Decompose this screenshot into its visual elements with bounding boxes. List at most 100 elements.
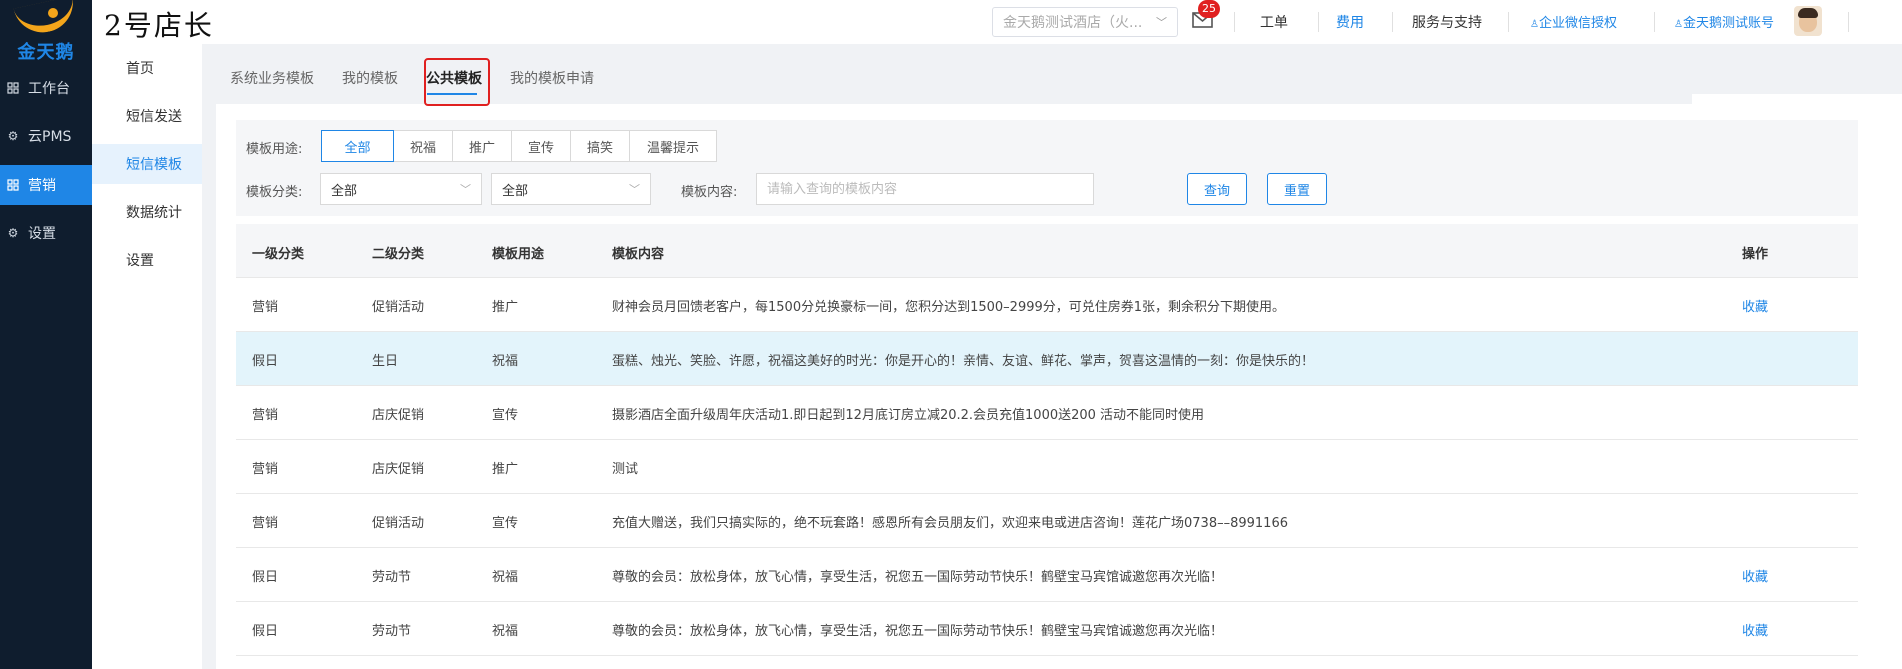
- content-label: 模板内容:: [681, 185, 738, 200]
- logo: 金天鹅: [0, 0, 92, 63]
- logo-swan-icon: [13, 0, 79, 38]
- table-row[interactable]: 假日 生日 祝福 蛋糕、烛光、笑脸、许愿，祝福这美好的时光：你是开心的！亲情、友…: [236, 332, 1858, 386]
- account-link[interactable]: ♙金天鹅测试账号: [1674, 12, 1774, 31]
- fees-link[interactable]: 费用: [1336, 12, 1364, 32]
- subnav-item-settings[interactable]: 设置: [92, 240, 202, 280]
- avatar[interactable]: [1794, 6, 1822, 36]
- sidebar-item-marketing[interactable]: 营销: [0, 165, 92, 205]
- tab-highlight-box: [424, 58, 490, 106]
- subnav-item-statistics[interactable]: 数据统计: [92, 192, 202, 232]
- sidebar-item-label: 工作台: [28, 81, 70, 97]
- logo-dot: [48, 8, 58, 18]
- header-level2-category: 二级分类: [372, 247, 425, 262]
- category-level1-select[interactable]: 全部 ﹀: [320, 173, 482, 205]
- template-content-input[interactable]: [756, 173, 1094, 205]
- wechat-auth-link[interactable]: ♙企业微信授权: [1530, 12, 1617, 31]
- sidebar-item-settings[interactable]: ⚙ 设置: [0, 213, 92, 253]
- purpose-option-reminder[interactable]: 温馨提示: [629, 130, 717, 162]
- purpose-option-blessing[interactable]: 祝福: [393, 130, 453, 162]
- cell-level1: 营销: [252, 300, 279, 315]
- favorite-link[interactable]: 收藏: [1742, 296, 1768, 315]
- cell-content: 摄影酒店全面升级周年庆活动1.即日起到12月底订房立减20.2.会员充值1000…: [612, 408, 1205, 423]
- cell-level2: 店庆促销: [372, 408, 425, 423]
- cell-level2: 促销活动: [372, 300, 425, 315]
- tab-system-templates[interactable]: 系统业务模板: [230, 68, 314, 88]
- chevron-down-icon: ﹀: [629, 183, 640, 196]
- category-level2-value: 全部: [502, 183, 529, 199]
- subnav-item-sms-template[interactable]: 短信模板: [92, 144, 202, 184]
- store-select[interactable]: 金天鹅测试酒店（火... ﹀: [992, 7, 1178, 37]
- sub-navigation: 首页 短信发送 短信模板 数据统计 设置: [92, 44, 202, 669]
- work-order-link[interactable]: 工单: [1260, 12, 1288, 32]
- sidebar-item-label: 营销: [28, 178, 56, 194]
- table-row[interactable]: 营销 店庆促销 推广 测试: [236, 440, 1858, 494]
- gear-icon: ⚙: [7, 129, 19, 143]
- table-row[interactable]: 假日 劳动节 祝福 尊敬的会员：放松身体，放飞心情，享受生活，祝您五一国际劳动节…: [236, 548, 1858, 602]
- header-purpose: 模板用途: [492, 247, 545, 262]
- cell-purpose: 推广: [492, 300, 519, 315]
- service-support-link[interactable]: 服务与支持: [1412, 12, 1482, 32]
- header-action: 操作: [1742, 247, 1769, 262]
- cell-level1: 假日: [252, 624, 279, 639]
- purpose-option-all[interactable]: 全部: [321, 130, 394, 162]
- chevron-down-icon: ﹀: [460, 183, 471, 196]
- favorite-link[interactable]: 收藏: [1742, 620, 1768, 639]
- divider: [1508, 12, 1509, 32]
- category-level2-select[interactable]: 全部 ﹀: [491, 173, 651, 205]
- purpose-label: 模板用途:: [246, 142, 303, 157]
- logo-text: 金天鹅: [17, 42, 75, 63]
- cell-purpose: 祝福: [492, 354, 519, 369]
- cell-level1: 假日: [252, 570, 279, 585]
- workbench-icon: [6, 81, 20, 95]
- table-row[interactable]: 假日 劳动节 祝福 尊敬的会员：放松身体，放飞心情，享受生活，祝您五一国际劳动节…: [236, 602, 1858, 656]
- store-select-value: 金天鹅测试酒店（火...: [1003, 15, 1143, 31]
- cell-level1: 假日: [252, 354, 279, 369]
- sidebar-item-cloud-pms[interactable]: ⚙ 云PMS: [0, 116, 92, 156]
- table-header: 一级分类 二级分类 模板用途 模板内容 操作: [236, 224, 1858, 278]
- category-level1-value: 全部: [331, 183, 358, 199]
- cell-content: 尊敬的会员：放松身体，放飞心情，享受生活，祝您五一国际劳动节快乐！鹤壁宝马宾馆诚…: [612, 624, 1224, 639]
- cell-level1: 营销: [252, 408, 279, 423]
- main-sidebar: 金天鹅 工作台 ⚙ 云PMS 营销 ⚙ 设置: [0, 0, 92, 669]
- reset-button[interactable]: 重置: [1267, 173, 1327, 205]
- brand-title: 2号店长: [104, 9, 214, 42]
- cell-level1: 营销: [252, 462, 279, 477]
- divider: [1234, 12, 1235, 32]
- purpose-option-promotion[interactable]: 推广: [452, 130, 512, 162]
- table-row[interactable]: 营销 店庆促销 宣传 摄影酒店全面升级周年庆活动1.即日起到12月底订房立减20…: [236, 386, 1858, 440]
- cell-purpose: 宣传: [492, 516, 519, 531]
- cell-content: 蛋糕、烛光、笑脸、许愿，祝福这美好的时光：你是开心的！亲情、友谊、鲜花、掌声，贺…: [612, 354, 1315, 369]
- cell-content: 财神会员月回馈老客户，每1500分兑换豪标一间，您积分达到1500–2999分，…: [612, 300, 1286, 315]
- mail-badge: 25: [1198, 0, 1220, 18]
- cell-content: 测试: [612, 462, 639, 477]
- category-label: 模板分类:: [246, 185, 303, 200]
- favorite-link[interactable]: 收藏: [1742, 566, 1768, 585]
- cell-purpose: 祝福: [492, 570, 519, 585]
- cell-purpose: 宣传: [492, 408, 519, 423]
- query-button[interactable]: 查询: [1187, 173, 1247, 205]
- table-row[interactable]: 营销 促销活动 宣传 充值大赠送，我们只搞实际的，绝不玩套路！感恩所有会员朋友们…: [236, 494, 1858, 548]
- divider: [1318, 12, 1319, 32]
- divider: [1848, 12, 1849, 32]
- cell-purpose: 祝福: [492, 624, 519, 639]
- purpose-option-publicity[interactable]: 宣传: [511, 130, 571, 162]
- cell-content: 尊敬的会员：放松身体，放飞心情，享受生活，祝您五一国际劳动节快乐！鹤壁宝马宾馆诚…: [612, 570, 1224, 585]
- table-row[interactable]: 营销 促销活动 推广 财神会员月回馈老客户，每1500分兑换豪标一间，您积分达到…: [236, 278, 1858, 332]
- chevron-down-icon: ﹀: [1156, 16, 1167, 29]
- divider: [1392, 12, 1393, 32]
- header-content: 模板内容: [612, 247, 665, 262]
- subnav-item-home[interactable]: 首页: [92, 48, 202, 88]
- purpose-option-funny[interactable]: 搞笑: [570, 130, 630, 162]
- cell-level2: 生日: [372, 354, 399, 369]
- cell-level2: 劳动节: [372, 570, 412, 585]
- user-icon: ♙: [1674, 19, 1683, 30]
- sidebar-item-label: 设置: [28, 226, 56, 242]
- tab-my-templates[interactable]: 我的模板: [342, 68, 398, 88]
- subnav-item-sms-send[interactable]: 短信发送: [92, 96, 202, 136]
- sidebar-item-workbench[interactable]: 工作台: [0, 68, 92, 108]
- panel-strip: [1692, 94, 1902, 104]
- cell-level2: 店庆促销: [372, 462, 425, 477]
- tab-my-template-requests[interactable]: 我的模板申请: [510, 68, 594, 88]
- cell-level1: 营销: [252, 516, 279, 531]
- gear-icon: ⚙: [7, 226, 19, 240]
